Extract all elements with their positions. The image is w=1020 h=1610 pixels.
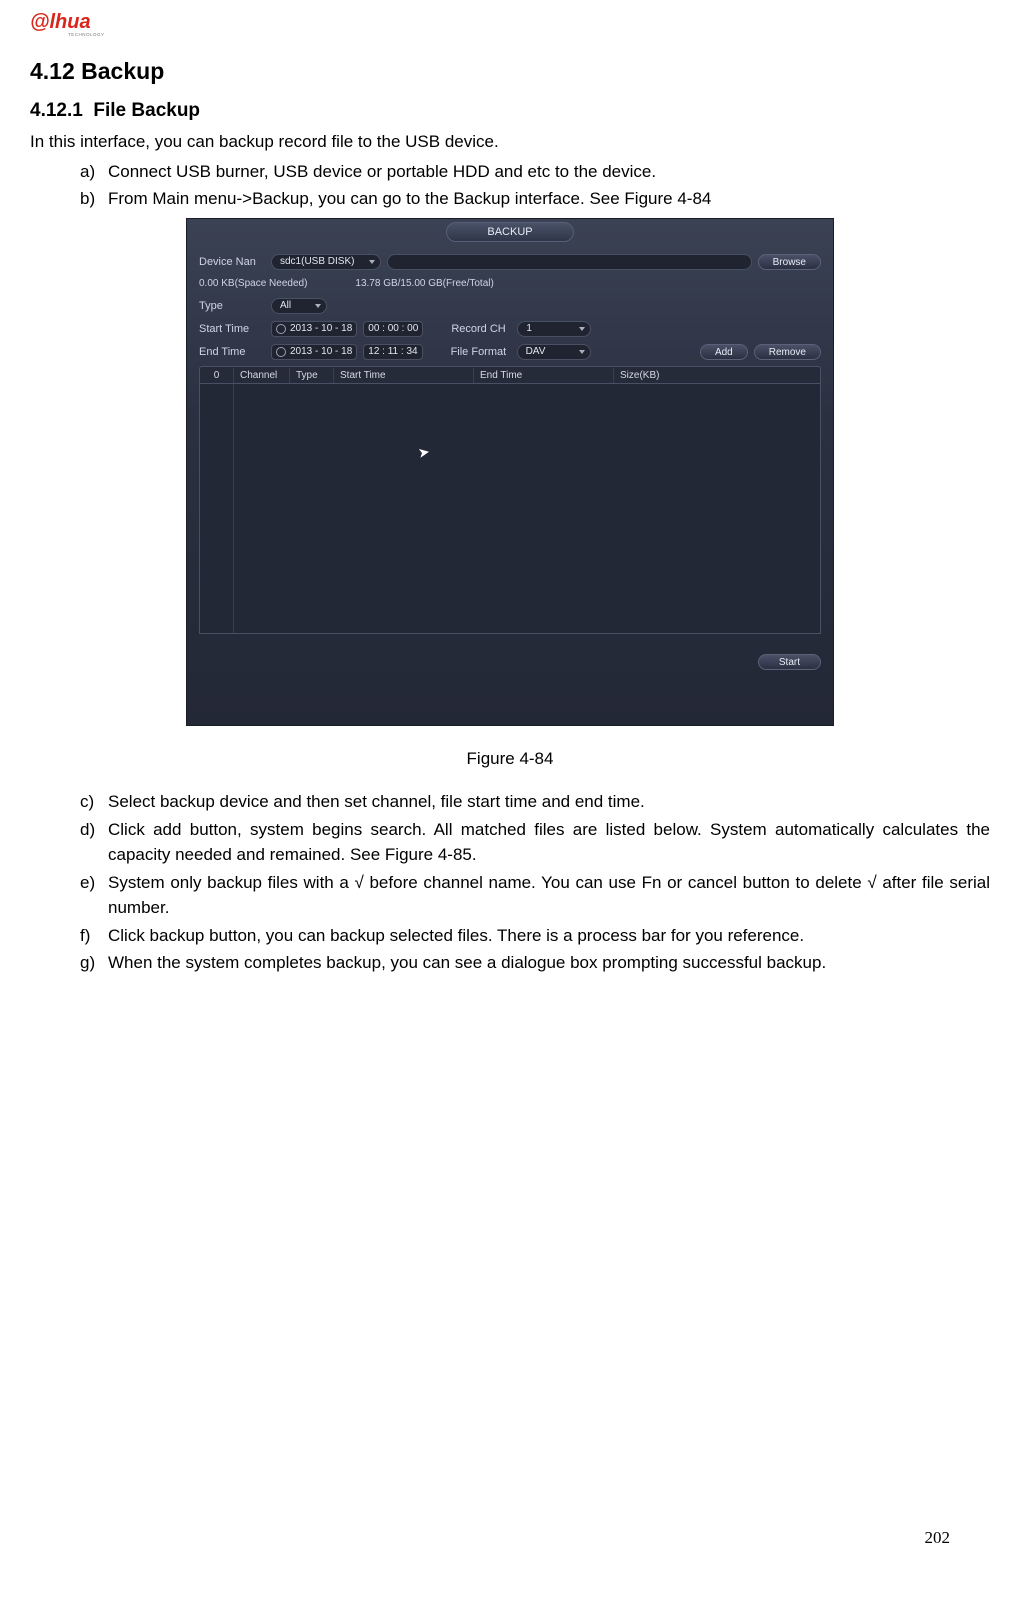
type-select[interactable]: All bbox=[271, 298, 327, 314]
file-format-label: File Format bbox=[451, 344, 511, 361]
section-title: Backup bbox=[81, 58, 164, 84]
device-path-field[interactable] bbox=[387, 254, 752, 270]
list-item: b) From Main menu->Backup, you can go to… bbox=[80, 186, 990, 212]
clock-icon bbox=[276, 324, 286, 334]
subsection-title: File Backup bbox=[93, 100, 200, 121]
end-time-label: End Time bbox=[199, 344, 265, 361]
brand-subtext: TECHNOLOGY bbox=[68, 32, 105, 37]
steps-list-cg: c) Select backup device and then set cha… bbox=[30, 789, 990, 976]
remove-button[interactable]: Remove bbox=[754, 344, 821, 360]
table-count: 0 bbox=[200, 368, 234, 383]
browse-button[interactable]: Browse bbox=[758, 254, 821, 270]
table-body: ➤ bbox=[199, 384, 821, 634]
end-date-field[interactable]: 2013 - 10 - 18 bbox=[271, 344, 357, 360]
start-time-label: Start Time bbox=[199, 321, 265, 338]
steps-list-ab: a) Connect USB burner, USB device or por… bbox=[30, 159, 990, 212]
backup-screenshot: BACKUP Device Nan sdc1(USB DISK) Browse … bbox=[186, 218, 834, 726]
table-header: 0 Channel Type Start Time End Time Size(… bbox=[199, 366, 821, 384]
add-button[interactable]: Add bbox=[700, 344, 748, 360]
list-text: Click backup button, you can backup sele… bbox=[108, 926, 804, 945]
record-ch-label: Record CH bbox=[451, 321, 511, 338]
screenshot-header: BACKUP bbox=[187, 219, 833, 246]
device-name-select[interactable]: sdc1(USB DISK) bbox=[271, 254, 381, 270]
list-text: From Main menu->Backup, you can go to th… bbox=[108, 189, 711, 208]
list-text: When the system completes backup, you ca… bbox=[108, 953, 826, 972]
list-letter: d) bbox=[80, 817, 95, 843]
type-label: Type bbox=[199, 298, 265, 315]
free-total-text: 13.78 GB/15.00 GB(Free/Total) bbox=[355, 276, 493, 291]
list-item: e) System only backup files with a √ bef… bbox=[80, 870, 990, 921]
list-letter: a) bbox=[80, 159, 95, 185]
subsection-number: 4.12.1 bbox=[30, 100, 83, 121]
list-item: d) Click add button, system begins searc… bbox=[80, 817, 990, 868]
svg-text:@lhua: @lhua bbox=[30, 11, 91, 33]
figure-caption: Figure 4-84 bbox=[30, 746, 990, 772]
list-item: c) Select backup device and then set cha… bbox=[80, 789, 990, 815]
start-date-field[interactable]: 2013 - 10 - 18 bbox=[271, 321, 357, 337]
table-col-type: Type bbox=[290, 368, 334, 383]
page-number: 202 bbox=[925, 1525, 951, 1551]
space-needed-text: 0.00 KB(Space Needed) bbox=[199, 276, 307, 291]
section-number: 4.12 bbox=[30, 58, 75, 84]
list-item: f) Click backup button, you can backup s… bbox=[80, 923, 990, 949]
list-text: System only backup files with a √ before… bbox=[108, 873, 990, 918]
table-col-end-time: End Time bbox=[474, 368, 614, 383]
list-text: Connect USB burner, USB device or portab… bbox=[108, 162, 656, 181]
table-col-size: Size(KB) bbox=[614, 368, 820, 383]
window-title: BACKUP bbox=[446, 222, 573, 243]
list-letter: c) bbox=[80, 789, 94, 815]
figure-4-84: BACKUP Device Nan sdc1(USB DISK) Browse … bbox=[30, 218, 990, 772]
record-ch-select[interactable]: 1 bbox=[517, 321, 591, 337]
list-item: a) Connect USB burner, USB device or por… bbox=[80, 159, 990, 185]
brand-logo: @lhua TECHNOLOGY bbox=[30, 10, 990, 40]
start-button[interactable]: Start bbox=[758, 654, 821, 670]
intro-text: In this interface, you can backup record… bbox=[30, 129, 990, 155]
table-col-start-time: Start Time bbox=[334, 368, 474, 383]
subsection-heading: 4.12.1 File Backup bbox=[30, 97, 990, 126]
clock-icon bbox=[276, 347, 286, 357]
file-format-select[interactable]: DAV bbox=[517, 344, 591, 360]
start-clock-field[interactable]: 00 : 00 : 00 bbox=[363, 321, 423, 337]
section-heading: 4.12 Backup bbox=[30, 54, 990, 89]
end-clock-field[interactable]: 12 : 11 : 34 bbox=[363, 344, 422, 360]
list-letter: b) bbox=[80, 186, 95, 212]
list-text: Click add button, system begins search. … bbox=[108, 820, 990, 865]
list-text: Select backup device and then set channe… bbox=[108, 792, 645, 811]
list-letter: f) bbox=[80, 923, 90, 949]
list-letter: g) bbox=[80, 950, 95, 976]
list-item: g) When the system completes backup, you… bbox=[80, 950, 990, 976]
table-col-channel: Channel bbox=[234, 368, 290, 383]
device-name-label: Device Nan bbox=[199, 254, 265, 271]
list-letter: e) bbox=[80, 870, 95, 896]
cursor-icon: ➤ bbox=[416, 441, 431, 464]
